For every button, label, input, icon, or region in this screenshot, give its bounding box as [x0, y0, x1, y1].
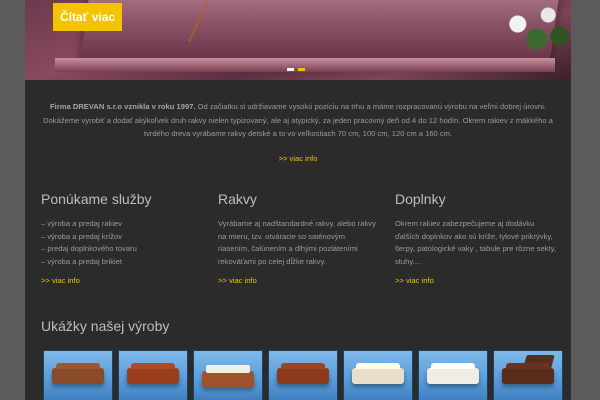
intro-paragraph: Firma DREVAN s.r.o vznikla v roku 1997. … [41, 100, 555, 141]
services-title: Ponúkame služby [41, 191, 152, 207]
accessories-column: Doplnky Okrem rakiev zabezpečujeme aj do… [395, 190, 560, 285]
gallery-title: Ukážky našej výroby [41, 318, 170, 334]
services-item: – predaj doplnkového tovaru [41, 244, 137, 253]
hero-coffin-image [80, 0, 560, 60]
coffin-image [427, 368, 479, 384]
coffin-image [202, 371, 254, 387]
coffin-image [502, 368, 554, 384]
slider-dot-1[interactable] [287, 68, 294, 71]
coffin-thumb-7[interactable] [493, 350, 563, 400]
coffin-thumb-3[interactable] [193, 350, 263, 400]
intro-bold: Firma DREVAN s.r.o vznikla v roku 1997. [50, 102, 196, 111]
slider-dot-2[interactable] [298, 68, 305, 71]
coffins-title: Rakvy [218, 191, 257, 207]
accessories-more-link[interactable]: >> viac info [395, 276, 434, 285]
services-list: – výroba a predaj rakiev – výroba a pred… [41, 218, 201, 268]
coffin-lining [206, 365, 250, 373]
accessories-title: Doplnky [395, 191, 446, 207]
coffin-thumb-5[interactable] [343, 350, 413, 400]
slider-dots [287, 68, 305, 71]
coffin-thumb-1[interactable] [43, 350, 113, 400]
page: Čítať viac Firma DREVAN s.r.o vznikla v … [25, 0, 571, 400]
services-item: – výroba a predaj brikiet [41, 256, 123, 266]
services-column: Ponúkame služby – výroba a predaj rakiev… [41, 190, 201, 285]
coffin-thumb-6[interactable] [418, 350, 488, 400]
coffin-image [52, 368, 104, 384]
coffin-thumb-4[interactable] [268, 350, 338, 400]
intro-more-link[interactable]: >> viac info [279, 154, 318, 163]
services-item: – výroba a predaj rakiev [41, 219, 123, 228]
coffin-image [352, 368, 404, 384]
services-item: – výroba a predaj krížov [41, 231, 123, 241]
services-more-link[interactable]: >> viac info [41, 276, 80, 285]
hero-flowers [495, 0, 571, 60]
accessories-text: Okrem rakiev zabezpečujeme aj dodávku ďa… [395, 219, 556, 266]
coffins-text: Vyrábame aj nadštandardné rakvy, alebo r… [218, 219, 376, 266]
hero-slider[interactable]: Čítať viac [25, 0, 571, 80]
coffins-column: Rakvy Vyrábame aj nadštandardné rakvy, a… [218, 190, 378, 285]
read-more-button[interactable]: Čítať viac [53, 3, 122, 31]
coffin-thumb-2[interactable] [118, 350, 188, 400]
coffin-image [127, 368, 179, 384]
gallery [43, 350, 563, 400]
coffin-image [277, 368, 329, 384]
coffins-more-link[interactable]: >> viac info [218, 276, 257, 285]
